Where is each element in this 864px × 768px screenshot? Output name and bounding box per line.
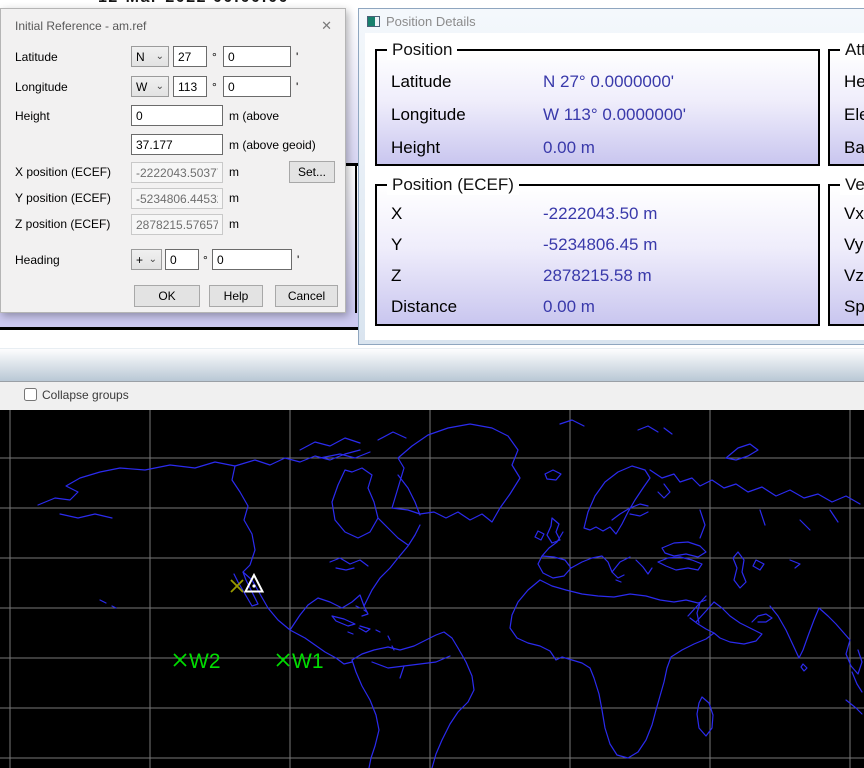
- vehicle-dot-icon: [252, 584, 255, 587]
- meters-unit: m: [229, 191, 239, 205]
- vehicle-cross-icon: [231, 580, 243, 592]
- height-geoid-input[interactable]: [131, 134, 223, 155]
- minute-symbol: ': [296, 50, 298, 64]
- heading-label: Heading: [15, 253, 60, 267]
- position-ecef-group: Position (ECEF) X -2222043.50 m Y -52348…: [375, 184, 820, 326]
- velocity-group-title: Velo: [840, 175, 864, 195]
- chevron-down-icon: ⌄: [156, 81, 164, 92]
- x-value: -2222043.50 m: [543, 204, 657, 224]
- background-panel-sliver: [345, 8, 358, 163]
- waypoint-w1-label: W1: [292, 650, 324, 673]
- velocity-group: Velo Vx Vy Vz Spe: [828, 184, 864, 326]
- heading-minutes-input[interactable]: [212, 249, 292, 270]
- ecef-row-x: X -2222043.50 m: [377, 198, 818, 229]
- position-group: Position Latitude N 27° 0.0000000' Longi…: [375, 49, 820, 166]
- background-panel-strip: [0, 313, 364, 327]
- attitude-group: Atti Hea Elev Ban: [828, 49, 864, 166]
- degree-symbol: °: [212, 80, 217, 94]
- velocity-row: Spe: [830, 291, 864, 322]
- collapse-groups-checkbox[interactable]: [24, 388, 37, 401]
- dialog-title: Initial Reference - am.ref: [15, 19, 146, 33]
- height-input[interactable]: [131, 105, 223, 126]
- latitude-label: Latitude: [15, 50, 58, 64]
- z-value: 2878215.58 m: [543, 266, 652, 286]
- height-value: 0.00 m: [543, 138, 595, 158]
- help-button[interactable]: Help: [209, 285, 263, 307]
- latitude-minutes-input[interactable]: [223, 46, 291, 67]
- background-groupbox-border: [355, 166, 357, 327]
- latitude-degrees-input[interactable]: [173, 46, 207, 67]
- ecef-row-z: Z 2878215.58 m: [377, 260, 818, 291]
- window-title: Position Details: [386, 14, 476, 29]
- position-ecef-group-title: Position (ECEF): [387, 175, 519, 195]
- longitude-minutes-input[interactable]: [223, 76, 291, 97]
- minute-symbol: ': [297, 253, 299, 267]
- map-viewport[interactable]: W2 W1: [0, 410, 864, 768]
- waypoint-w1-marker: W1: [277, 650, 324, 673]
- window-icon: [367, 16, 380, 27]
- toolbar-band: [0, 348, 864, 381]
- position-details-content: Position Latitude N 27° 0.0000000' Longi…: [365, 33, 864, 340]
- z-ecef-label: Z position (ECEF): [15, 217, 110, 231]
- waypoint-cross-icon: [277, 654, 289, 666]
- attitude-row: Hea: [830, 65, 864, 98]
- longitude-degrees-input[interactable]: [173, 76, 207, 97]
- height-label: Height: [15, 109, 50, 123]
- minute-symbol: ': [296, 80, 298, 94]
- z-ecef-input: [131, 214, 223, 235]
- attitude-group-title: Atti: [840, 40, 864, 60]
- world-map: W2 W1: [0, 410, 864, 768]
- velocity-row: Vy: [830, 229, 864, 260]
- collapse-groups-label: Collapse groups: [42, 388, 129, 402]
- degree-symbol: °: [203, 253, 208, 267]
- close-icon[interactable]: ✕: [321, 18, 332, 34]
- map-grid: [0, 410, 864, 768]
- heading-degrees-input[interactable]: [165, 249, 199, 270]
- ecef-row-distance: Distance 0.00 m: [377, 291, 818, 322]
- height-geoid-unit: m (above geoid): [229, 138, 316, 152]
- heading-sign-select[interactable]: +⌄: [131, 249, 162, 270]
- ecef-row-y: Y -5234806.45 m: [377, 229, 818, 260]
- attitude-row: Elev: [830, 98, 864, 131]
- meters-unit: m: [229, 165, 239, 179]
- distance-value: 0.00 m: [543, 297, 595, 317]
- attitude-row: Ban: [830, 131, 864, 164]
- x-ecef-input: [131, 162, 223, 183]
- latitude-hemisphere-select[interactable]: N⌄: [131, 46, 169, 67]
- degree-symbol: °: [212, 50, 217, 64]
- longitude-value: W 113° 0.0000000': [543, 105, 686, 125]
- waypoint-cross-icon: [174, 654, 186, 666]
- position-details-window: Position Details Position Latitude N 27°…: [358, 8, 864, 345]
- set-button[interactable]: Set...: [289, 161, 335, 183]
- longitude-label: Longitude: [15, 80, 68, 94]
- cancel-button[interactable]: Cancel: [275, 285, 338, 307]
- x-ecef-label: X position (ECEF): [15, 165, 111, 179]
- chevron-down-icon: ⌄: [156, 51, 164, 62]
- waypoint-w2-marker: W2: [174, 650, 221, 673]
- position-row-longitude: Longitude W 113° 0.0000000': [377, 98, 818, 131]
- meters-unit: m: [229, 217, 239, 231]
- waypoint-w2-label: W2: [189, 650, 221, 673]
- chevron-down-icon: ⌄: [149, 254, 157, 265]
- map-toolbar: Collapse groups: [0, 382, 864, 410]
- height-unit: m (above: [229, 109, 279, 123]
- initial-reference-dialog: Initial Reference - am.ref ✕ Latitude N⌄…: [0, 8, 346, 313]
- position-row-latitude: Latitude N 27° 0.0000000': [377, 65, 818, 98]
- velocity-row: Vz: [830, 260, 864, 291]
- latitude-value: N 27° 0.0000000': [543, 72, 674, 92]
- position-details-titlebar[interactable]: Position Details: [359, 9, 864, 33]
- position-group-title: Position: [387, 40, 457, 60]
- screen: 12-Mar-2022 00:00:00 Collapse groups: [0, 0, 864, 768]
- velocity-row: Vx: [830, 198, 864, 229]
- ok-button[interactable]: OK: [134, 285, 200, 307]
- y-ecef-input: [131, 188, 223, 209]
- coastlines: [38, 420, 862, 768]
- y-value: -5234806.45 m: [543, 235, 657, 255]
- clipped-datetime: 12-Mar-2022 00:00:00: [98, 0, 348, 8]
- position-row-height: Height 0.00 m: [377, 131, 818, 164]
- y-ecef-label: Y position (ECEF): [15, 191, 111, 205]
- longitude-hemisphere-select[interactable]: W⌄: [131, 76, 169, 97]
